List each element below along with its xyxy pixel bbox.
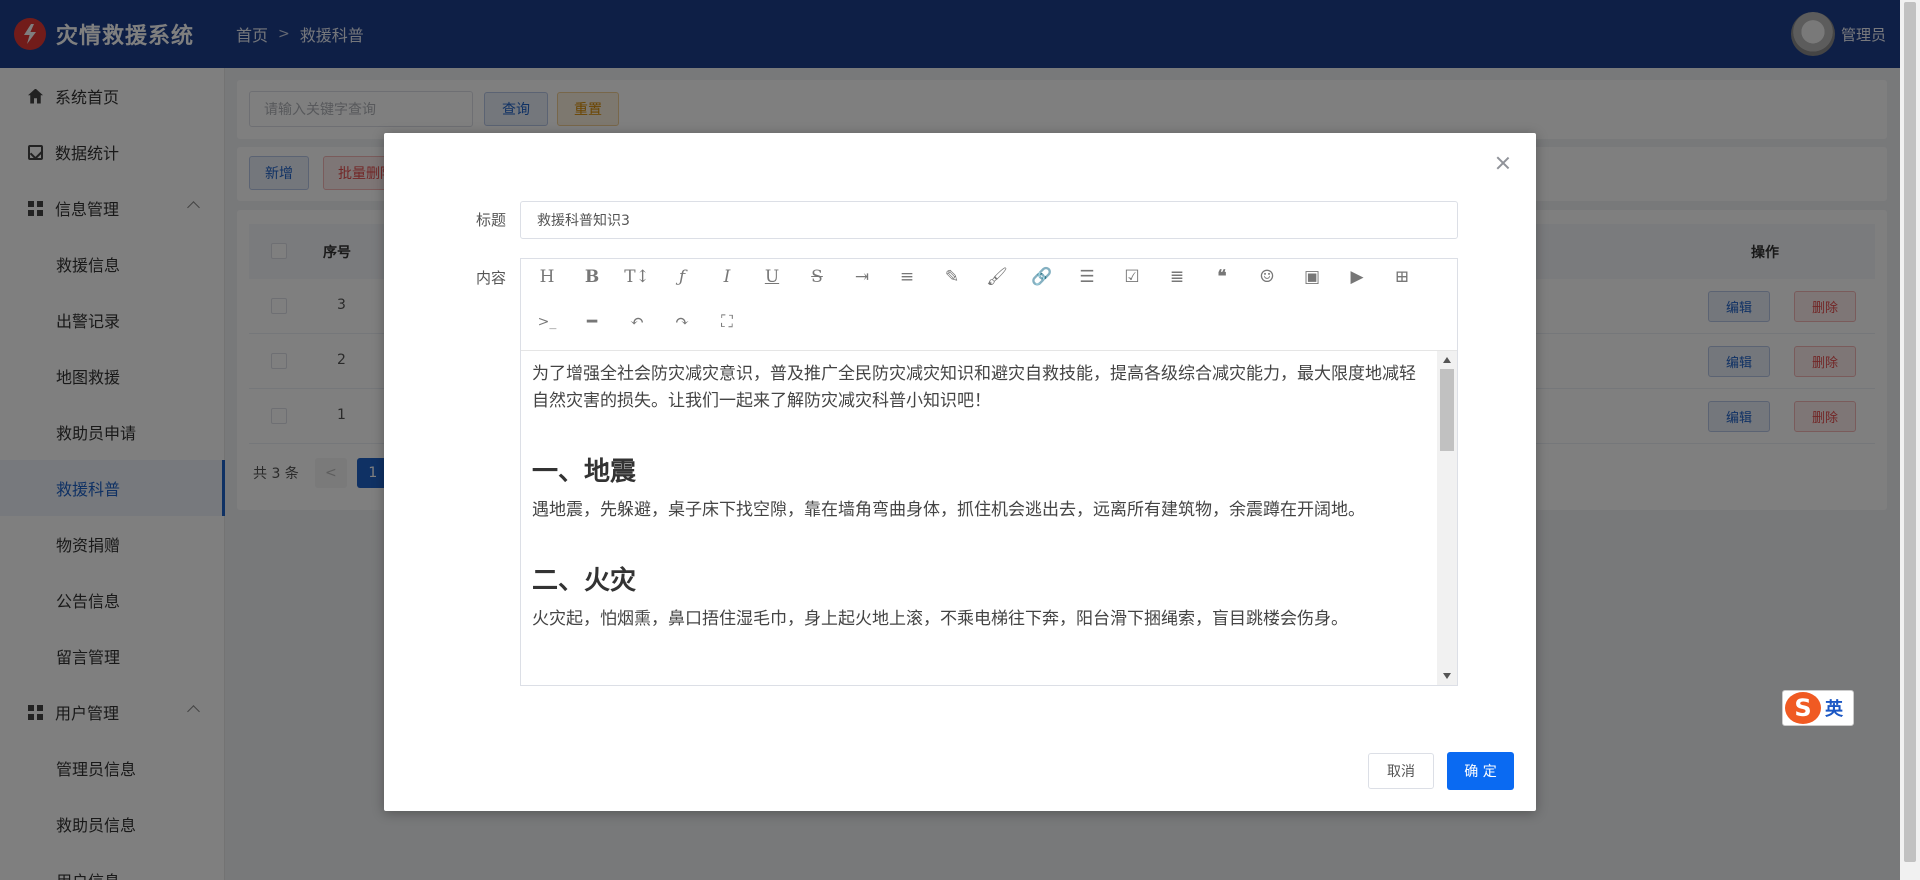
fullscreen-icon[interactable]: ⛶ — [713, 308, 741, 336]
link-icon[interactable]: 🔗 — [1028, 263, 1056, 291]
indent-icon[interactable]: ⇥ — [848, 263, 876, 291]
ime-mode-label[interactable]: 英 — [1825, 695, 1843, 721]
sogou-logo-icon[interactable]: S — [1785, 692, 1821, 724]
section-heading: 一、地震 — [532, 457, 637, 487]
bold-icon[interactable]: B — [578, 263, 606, 291]
quote-icon[interactable]: ❝ — [1208, 263, 1236, 291]
todo-icon[interactable]: ☑ — [1118, 263, 1146, 291]
bullet-list-icon[interactable]: ☰ — [1073, 263, 1101, 291]
content-label: 内容 — [475, 269, 506, 287]
font-size-icon[interactable]: T↕ — [623, 263, 651, 291]
editor-content[interactable]: 为了增强全社会防灾减灾意识，普及推广全民防灾减灾知识和避灾自救技能，提高各级综合… — [521, 351, 1437, 685]
strikethrough-icon[interactable]: S — [803, 263, 831, 291]
section-heading: 二、火灾 — [532, 566, 637, 596]
italic-icon[interactable]: I — [713, 263, 741, 291]
font-family-icon[interactable]: ƒ — [668, 263, 696, 291]
cancel-button[interactable]: 取消 — [1368, 753, 1434, 789]
emoji-icon[interactable]: ☺ — [1253, 263, 1281, 291]
page-scrollbar[interactable] — [1900, 0, 1920, 880]
bg-color-icon[interactable]: 🖌 — [983, 263, 1011, 291]
justify-icon[interactable]: ≣ — [1163, 263, 1191, 291]
editor-scrollbar-thumb[interactable] — [1440, 369, 1454, 451]
undo-icon[interactable]: ↶ — [623, 308, 651, 336]
editor-toolbar: H B T↕ ƒ I U S ⇥ ≡ ✎ 🖌 🔗 ☰ ☑ ≣ ❝ ☺ ▣ ▶ ⊞… — [521, 259, 1457, 351]
image-icon[interactable]: ▣ — [1298, 263, 1326, 291]
scroll-up-icon[interactable] — [1443, 357, 1451, 363]
code-icon[interactable]: >_ — [533, 308, 561, 336]
title-label: 标题 — [475, 211, 506, 229]
editor-scrollbar[interactable] — [1437, 351, 1457, 685]
rich-text-editor: H B T↕ ƒ I U S ⇥ ≡ ✎ 🖌 🔗 ☰ ☑ ≣ ❝ ☺ ▣ ▶ ⊞… — [520, 258, 1458, 686]
table-icon[interactable]: ⊞ — [1388, 263, 1416, 291]
font-color-icon[interactable]: ✎ — [938, 263, 966, 291]
line-height-icon[interactable]: ≡ — [893, 263, 921, 291]
divider-icon[interactable]: ━ — [578, 308, 606, 336]
section-paragraph: 火灾起，怕烟熏，鼻口捂住湿毛巾，身上起火地上滚，不乘电梯往下奔，阳台滑下捆绳索，… — [532, 609, 1348, 629]
section-paragraph: 遇地震，先躲避，桌子床下找空隙，靠在墙角弯曲身体，抓住机会逃出去，远离所有建筑物… — [532, 500, 1365, 520]
redo-icon[interactable]: ↷ — [668, 308, 696, 336]
underline-icon[interactable]: U — [758, 263, 786, 291]
title-input[interactable]: 救援科普知识3 — [520, 201, 1458, 239]
intro-paragraph: 为了增强全社会防灾减灾意识，普及推广全民防灾减灾知识和避灾自救技能，提高各级综合… — [532, 364, 1416, 411]
page-scrollbar-thumb[interactable] — [1904, 2, 1916, 862]
confirm-button[interactable]: 确 定 — [1447, 752, 1514, 790]
video-icon[interactable]: ▶ — [1343, 263, 1371, 291]
heading-icon[interactable]: H — [533, 263, 561, 291]
edit-dialog: 标题 救援科普知识3 内容 H B T↕ ƒ I U S ⇥ ≡ ✎ 🖌 🔗 ☰… — [384, 133, 1536, 811]
ime-toolbar[interactable]: S 英 — [1782, 690, 1854, 726]
close-icon[interactable] — [1495, 155, 1511, 171]
scroll-down-icon[interactable] — [1443, 673, 1451, 679]
